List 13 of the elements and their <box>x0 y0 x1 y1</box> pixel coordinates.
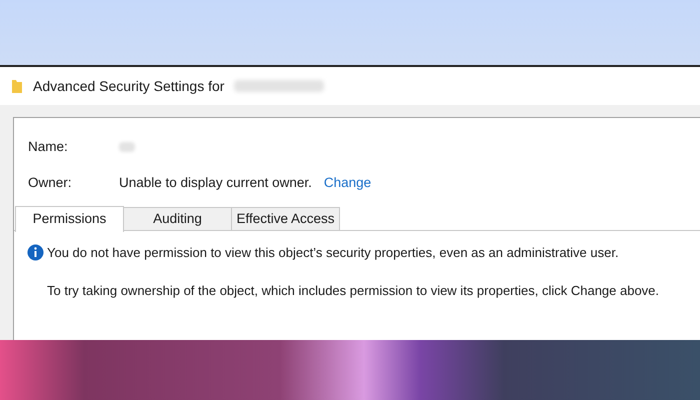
folder-icon <box>11 78 23 94</box>
field-label: Owner: <box>28 174 73 192</box>
tab[interactable]: Permissions <box>15 206 124 232</box>
field-label: Name: <box>28 138 69 156</box>
redacted-block <box>119 142 135 152</box>
info-icon <box>27 244 44 262</box>
change-link[interactable]: Change <box>324 172 372 194</box>
hint-message: To try taking ownership of the object, which includes permission to view its properties, click Change above. <box>47 282 660 300</box>
window-title: Advanced Security Settings for <box>33 76 224 96</box>
owner-value: Unable to display current owner. <box>119 174 312 192</box>
tab[interactable]: Auditing <box>124 207 232 231</box>
tab[interactable]: Effective Access <box>232 207 340 231</box>
warning-message: You do not have permission to view this object’s security properties, even as an administrative user. <box>47 244 619 262</box>
